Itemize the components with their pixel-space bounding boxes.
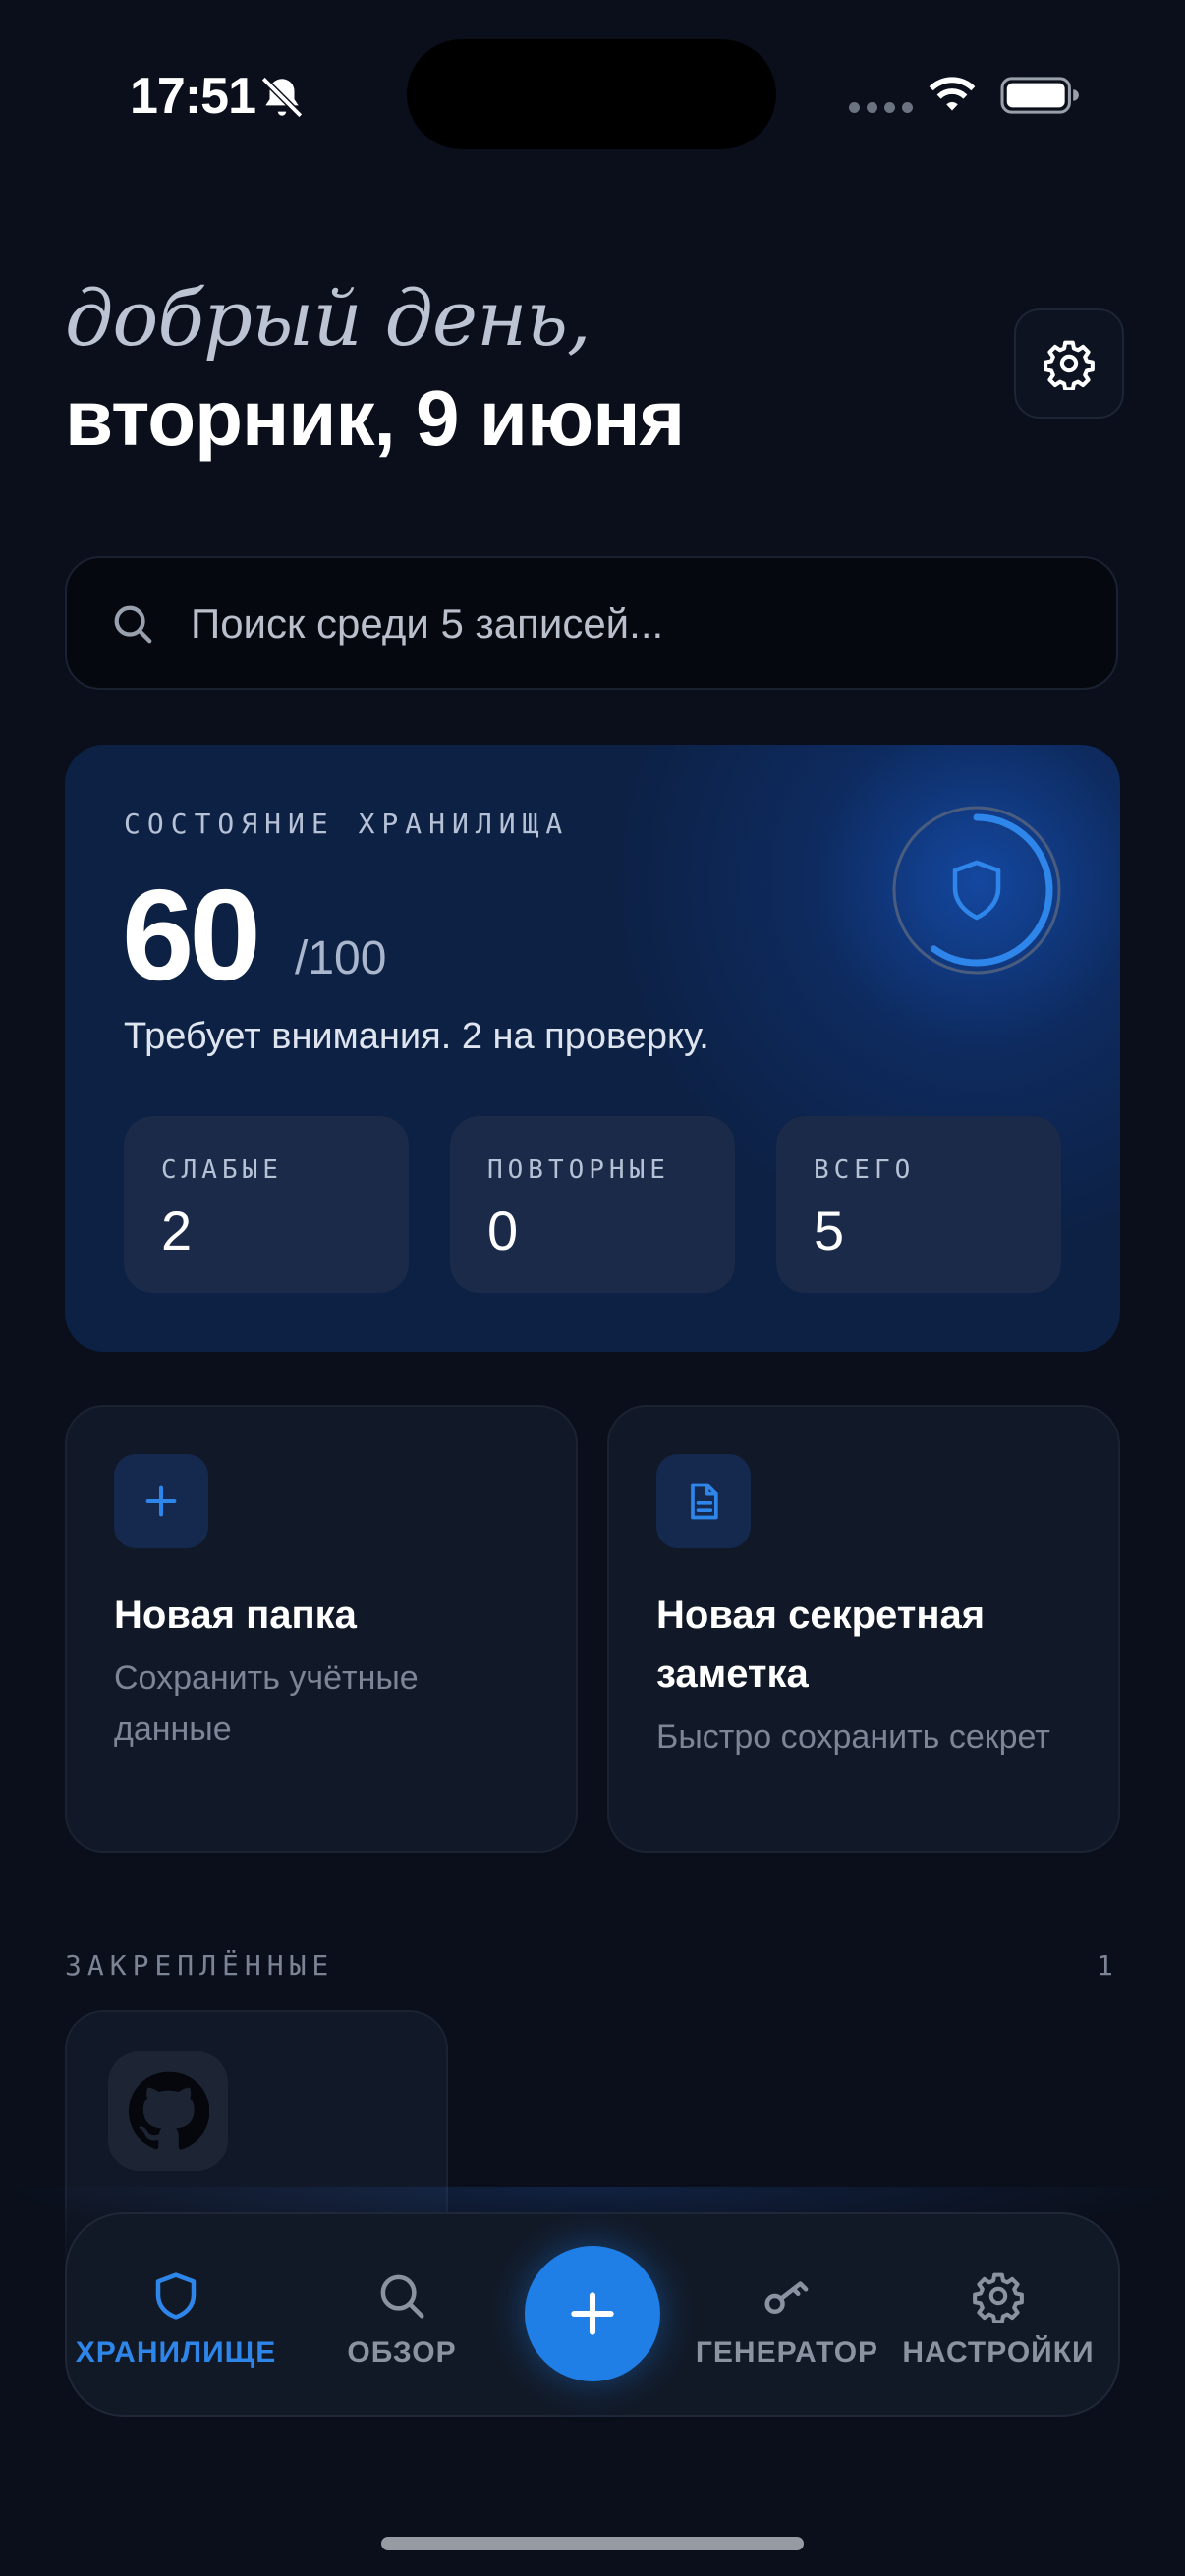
shield-icon (155, 2272, 197, 2320)
page-title-date: вторник, 9 июня (65, 374, 685, 462)
settings-button[interactable] (1014, 308, 1124, 419)
new-folder-card[interactable]: Новая папка Сохранить учётные данные (65, 1405, 578, 1853)
health-message: Требует внимания. 2 на проверку. (124, 1016, 709, 1057)
wifi-icon (929, 77, 976, 111)
stat-weak-label: СЛАБЫЕ (161, 1155, 283, 1185)
new-secret-note-card[interactable]: Новая секретная заметка Быстро сохранить… (607, 1405, 1120, 1853)
stat-reused-label: ПОВТОРНЫЕ (487, 1155, 670, 1185)
tab-vault[interactable]: ХРАНИЛИЩЕ (67, 2214, 285, 2419)
tab-settings-label: НАСТРОЙКИ (902, 2336, 1095, 2369)
github-avatar (108, 2051, 228, 2171)
status-time: 17:51 (130, 68, 256, 125)
pinned-section-label: ЗАКРЕПЛЁННЫЕ (65, 1949, 335, 1982)
stat-total-value: 5 (814, 1200, 845, 1261)
gear-icon (973, 2272, 1024, 2323)
tab-settings[interactable]: НАСТРОЙКИ (892, 2214, 1104, 2419)
vault-health-label: СОСТОЯНИЕ ХРАНИЛИЩА (124, 808, 570, 840)
new-note-title: Новая секретная заметка (656, 1594, 986, 1696)
cellular-signal-icon (849, 102, 913, 113)
shield-icon (952, 860, 1001, 921)
stat-reused-value: 0 (487, 1200, 519, 1261)
new-folder-subtitle: Сохранить учётные данные (114, 1659, 419, 1748)
pinned-count: 1 (1097, 1949, 1113, 1982)
search-icon (114, 605, 152, 644)
stat-weak-value: 2 (161, 1200, 193, 1261)
add-item-button[interactable] (525, 2246, 660, 2381)
stat-weak[interactable]: СЛАБЫЕ 2 (124, 1116, 409, 1293)
bell-muted-icon (260, 76, 304, 119)
tab-generator-label: ГЕНЕРАТОР (695, 2336, 879, 2369)
home-indicator (381, 2537, 804, 2550)
new-folder-icon-box (114, 1454, 208, 1548)
vault-health-card[interactable]: СОСТОЯНИЕ ХРАНИЛИЩА 60 /100 Требует вним… (65, 745, 1120, 1352)
battery-icon (1000, 77, 1079, 114)
new-note-icon-box (656, 1454, 751, 1548)
gear-icon (1044, 340, 1095, 390)
document-icon (691, 1483, 718, 1520)
health-score: 60 (122, 863, 261, 1007)
plus-icon (571, 2292, 614, 2335)
search-bar[interactable] (65, 556, 1118, 690)
search-icon (380, 2274, 424, 2319)
stat-total[interactable]: ВСЕГО 5 (776, 1116, 1061, 1293)
greeting-text: добрый день, (65, 275, 592, 364)
tab-generator[interactable]: ГЕНЕРАТОР (676, 2214, 898, 2419)
dynamic-island (407, 39, 776, 149)
new-note-subtitle: Быстро сохранить секрет (656, 1718, 1050, 1756)
health-score-max: /100 (295, 932, 387, 984)
health-progress-arc (900, 813, 1053, 967)
tab-overview-label: ОБЗОР (347, 2336, 457, 2369)
search-input[interactable] (189, 586, 1077, 662)
github-icon (128, 2071, 209, 2150)
key-icon (764, 2281, 809, 2314)
tab-vault-label: ХРАНИЛИЩЕ (75, 2336, 277, 2369)
plus-icon (145, 1485, 177, 1517)
stat-reused[interactable]: ПОВТОРНЫЕ 0 (450, 1116, 735, 1293)
tab-overview[interactable]: ОБЗОР (309, 2214, 495, 2419)
new-folder-title: Новая папка (114, 1594, 357, 1637)
stat-total-label: ВСЕГО (814, 1155, 916, 1185)
health-progress-ring (892, 806, 1061, 975)
